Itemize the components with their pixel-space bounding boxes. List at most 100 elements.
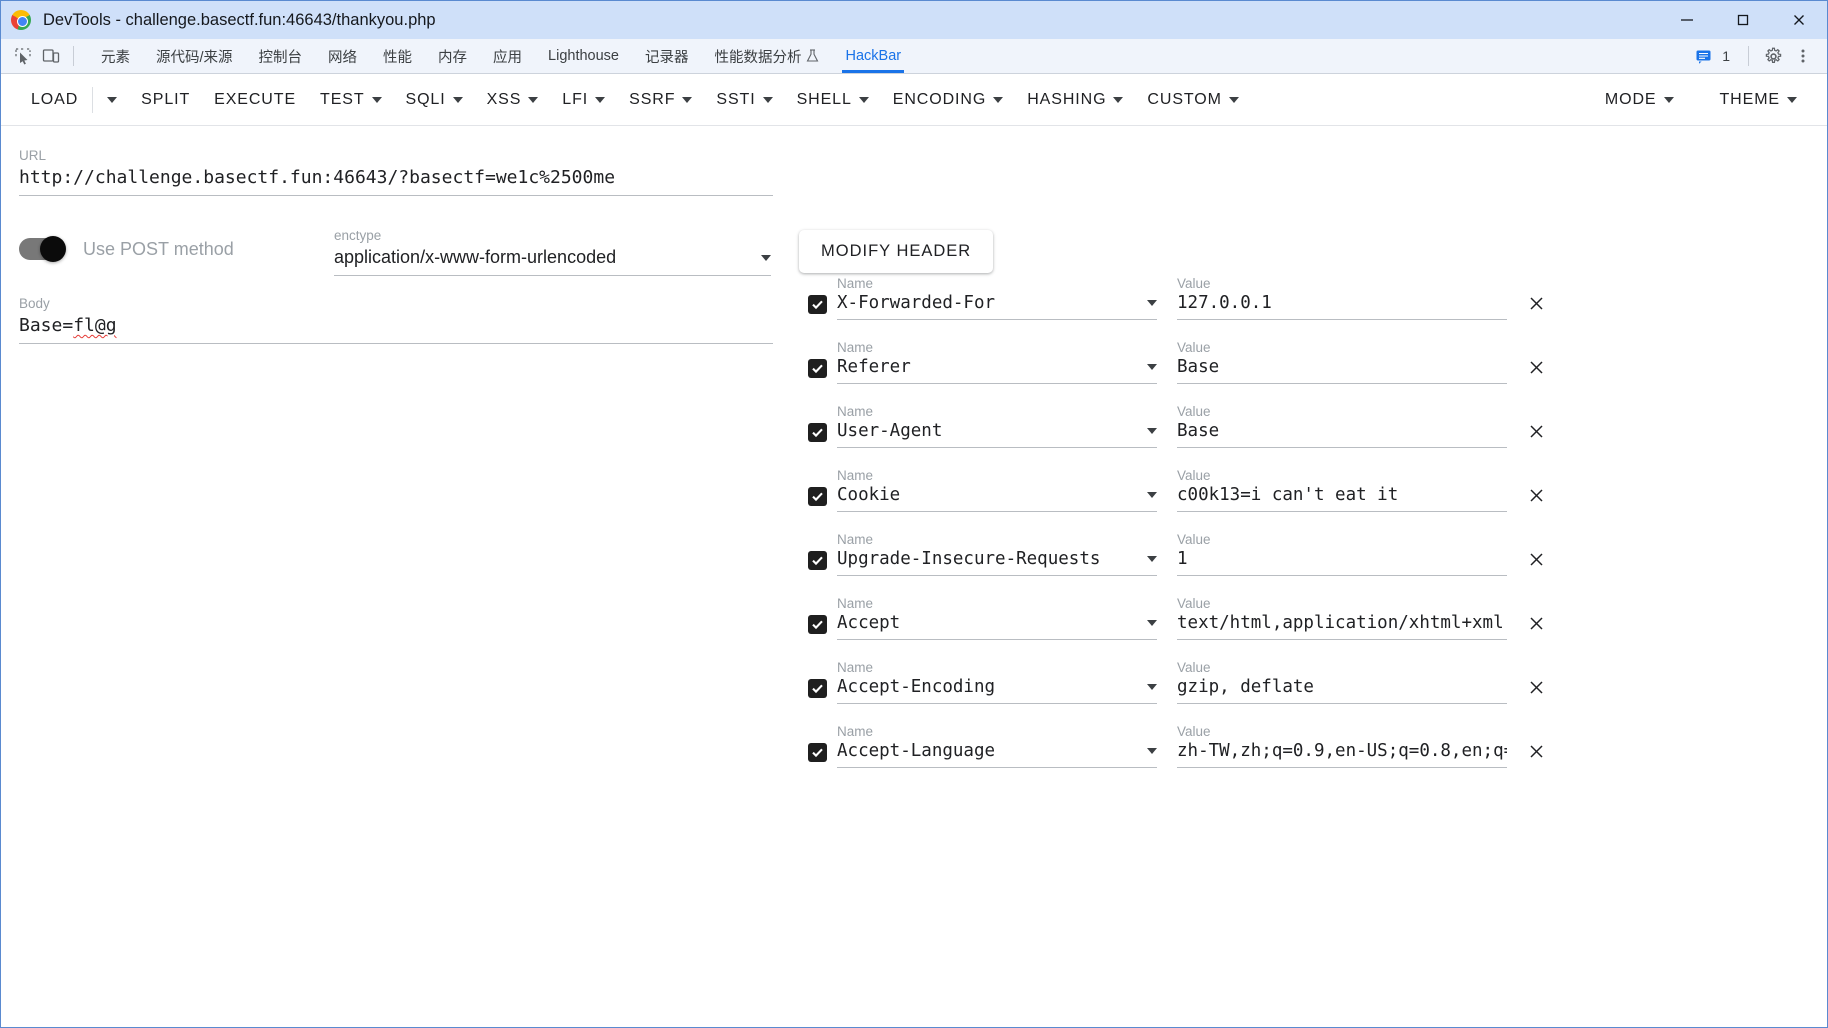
close-button[interactable]: [1771, 1, 1827, 39]
tab-recorder[interactable]: 记录器: [632, 39, 702, 73]
header-name-input[interactable]: Referer: [837, 356, 1157, 384]
inspect-element-icon[interactable]: [9, 42, 37, 70]
tab-label: 应用: [493, 49, 523, 66]
enctype-select[interactable]: application/x-www-form-urlencoded: [334, 245, 771, 276]
header-value-label: Value: [1177, 404, 1211, 419]
header-name-input[interactable]: Cookie: [837, 484, 1157, 512]
mode-menu-button[interactable]: MODE: [1593, 85, 1686, 115]
header-value-input[interactable]: 1: [1177, 548, 1507, 576]
delete-header-button[interactable]: [1523, 610, 1549, 636]
header-value-input[interactable]: Base: [1177, 420, 1507, 448]
header-name-input[interactable]: Accept-Language: [837, 740, 1157, 768]
tab-sources[interactable]: 源代码/来源: [143, 39, 246, 73]
tab-application[interactable]: 应用: [480, 39, 535, 73]
header-name-label: Name: [837, 724, 874, 739]
chevron-down-icon: [858, 96, 869, 103]
delete-header-button[interactable]: [1523, 354, 1549, 380]
hackbar-toolbar: LOAD SPLIT EXECUTE TEST SQLI XSS LFI SSR…: [1, 74, 1827, 126]
encoding-menu-button[interactable]: ENCODING: [881, 85, 1015, 115]
header-value-input[interactable]: c00k13=i can't eat it: [1177, 484, 1507, 512]
tab-performance-insights[interactable]: 性能数据分析: [701, 39, 832, 73]
load-button[interactable]: LOAD: [19, 85, 90, 115]
delete-header-button[interactable]: [1523, 482, 1549, 508]
execute-button[interactable]: EXECUTE: [202, 85, 308, 115]
shell-menu-button[interactable]: SHELL: [785, 85, 881, 115]
minimize-button[interactable]: [1659, 1, 1715, 39]
url-input[interactable]: http://challenge.basectf.fun:46643/?base…: [19, 165, 773, 196]
header-value-group: Value Base: [1177, 404, 1507, 448]
header-value-input[interactable]: text/html,application/xhtml+xml,: [1177, 612, 1507, 640]
header-name-input[interactable]: Accept: [837, 612, 1157, 640]
test-menu-button[interactable]: TEST: [308, 85, 394, 115]
header-enabled-checkbox[interactable]: [808, 423, 827, 442]
body-input[interactable]: Base=fl@g: [19, 313, 773, 344]
header-value-input[interactable]: Base: [1177, 356, 1507, 384]
header-enabled-checkbox[interactable]: [808, 615, 827, 634]
header-enabled-checkbox[interactable]: [808, 679, 827, 698]
header-name-input[interactable]: X-Forwarded-For: [837, 292, 1157, 320]
kebab-menu-icon[interactable]: [1789, 42, 1817, 70]
xss-menu-button[interactable]: XSS: [475, 85, 551, 115]
load-label: LOAD: [31, 90, 79, 108]
header-enabled-checkbox[interactable]: [808, 487, 827, 506]
header-name-input[interactable]: User-Agent: [837, 420, 1157, 448]
custom-menu-button[interactable]: CUSTOM: [1135, 85, 1250, 115]
header-name-input[interactable]: Accept-Encoding: [837, 676, 1157, 704]
delete-header-button[interactable]: [1523, 738, 1549, 764]
tab-label: 网络: [328, 49, 358, 66]
tab-network[interactable]: 网络: [315, 39, 370, 73]
tab-memory[interactable]: 内存: [425, 39, 480, 73]
header-value-input[interactable]: 127.0.0.1: [1177, 292, 1507, 320]
tab-elements[interactable]: 元素: [88, 39, 143, 73]
header-name-group: Name User-Agent: [837, 404, 1157, 448]
chevron-down-icon: [107, 96, 118, 103]
tab-console[interactable]: 控制台: [246, 39, 316, 73]
header-name-group: Name X-Forwarded-For: [837, 276, 1157, 320]
table-row: Name Accept-Language Value zh-TW,zh;q=0.…: [796, 704, 1811, 768]
tab-hackbar[interactable]: HackBar: [832, 39, 914, 73]
load-dropdown-button[interactable]: [95, 91, 129, 109]
header-enabled-checkbox[interactable]: [808, 359, 827, 378]
maximize-button[interactable]: [1715, 1, 1771, 39]
ssrf-label: SSRF: [629, 90, 676, 108]
gear-icon[interactable]: [1759, 42, 1787, 70]
tab-lighthouse[interactable]: Lighthouse: [535, 39, 632, 73]
theme-menu-button[interactable]: THEME: [1708, 85, 1810, 115]
encoding-label: ENCODING: [892, 90, 987, 108]
split-label: SPLIT: [141, 90, 191, 108]
header-value-input[interactable]: gzip, deflate: [1177, 676, 1507, 704]
devtools-tabstrip: 元素 源代码/来源 控制台 网络 性能 内存 应用 Lighthouse 记录器…: [1, 39, 1827, 74]
delete-header-button[interactable]: [1523, 290, 1549, 316]
post-method-toggle[interactable]: [19, 236, 66, 262]
header-value-input[interactable]: zh-TW,zh;q=0.9,en-US;q=0.8,en;q=: [1177, 740, 1507, 768]
delete-header-button[interactable]: [1523, 674, 1549, 700]
header-enabled-checkbox[interactable]: [808, 551, 827, 570]
sqli-menu-button[interactable]: SQLI: [394, 85, 475, 115]
header-value-group: Value 127.0.0.1: [1177, 276, 1507, 320]
chevron-down-icon: [761, 254, 771, 261]
header-enabled-checkbox[interactable]: [808, 743, 827, 762]
tab-label: 性能数据分析: [714, 49, 802, 66]
toolbar-divider: [73, 46, 74, 66]
device-toolbar-icon[interactable]: [37, 42, 65, 70]
header-value-value: 127.0.0.1: [1177, 293, 1272, 313]
message-bubble-icon[interactable]: [1689, 42, 1717, 70]
delete-header-button[interactable]: [1523, 546, 1549, 572]
header-value-label: Value: [1177, 596, 1211, 611]
chevron-down-icon: [1663, 96, 1674, 103]
url-label: URL: [19, 148, 47, 163]
lfi-menu-button[interactable]: LFI: [550, 85, 617, 115]
split-button[interactable]: SPLIT: [129, 85, 202, 115]
ssrf-menu-button[interactable]: SSRF: [617, 85, 704, 115]
delete-header-button[interactable]: [1523, 418, 1549, 444]
header-enabled-checkbox[interactable]: [808, 295, 827, 314]
header-name-value: User-Agent: [837, 421, 943, 441]
chevron-down-icon: [452, 96, 463, 103]
tab-performance[interactable]: 性能: [370, 39, 425, 73]
ssti-menu-button[interactable]: SSTI: [704, 85, 784, 115]
chevron-down-icon: [528, 96, 539, 103]
hashing-menu-button[interactable]: HASHING: [1015, 85, 1135, 115]
header-name-input[interactable]: Upgrade-Insecure-Requests: [837, 548, 1157, 576]
chevron-down-icon: [1147, 748, 1157, 754]
header-value-label: Value: [1177, 660, 1211, 675]
